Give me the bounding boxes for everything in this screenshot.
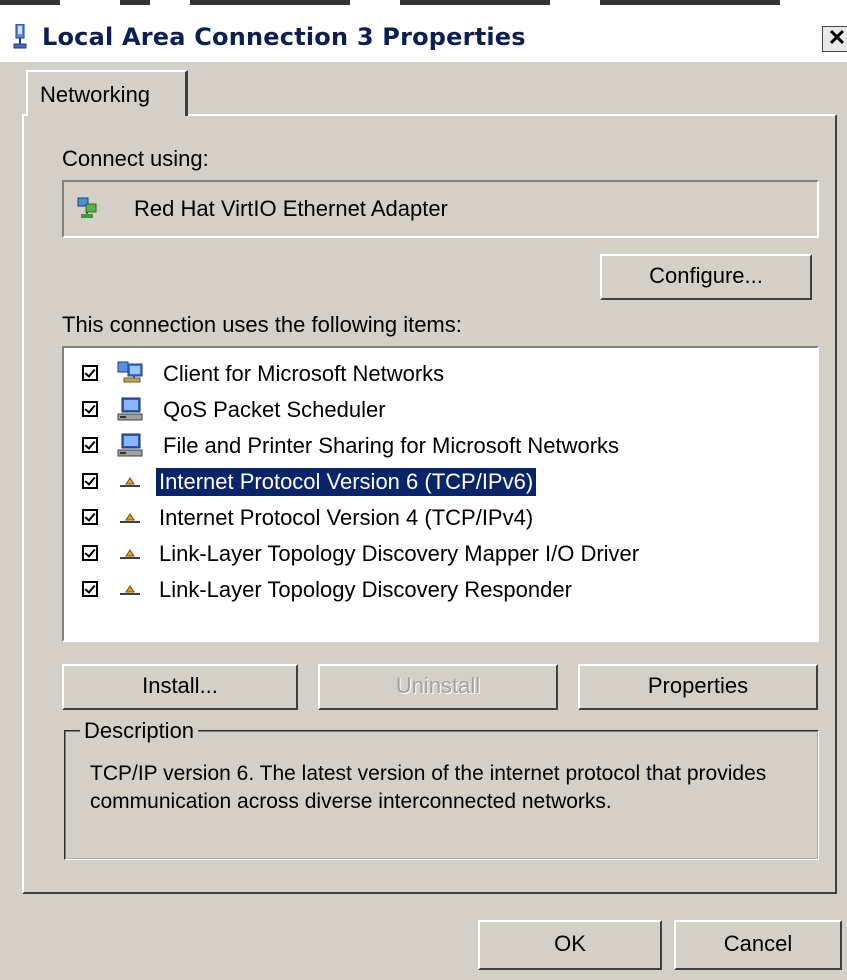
item-label: File and Printer Sharing for Microsoft N… [163,433,620,458]
checkbox-tcp-ipv6[interactable] [82,473,98,489]
network-connection-icon [13,24,27,49]
checkbox-tcp-ipv4[interactable] [82,509,98,525]
ok-button[interactable]: OK [478,920,662,970]
list-item-lltd-responder[interactable]: Link-Layer Topology Discovery Responder [64,572,804,608]
close-icon: ✕ [827,25,847,50]
list-item-client-for-microsoft-networks[interactable]: Client for Microsoft Networks [64,356,804,392]
uninstall-button[interactable]: Uninstall [318,664,558,710]
close-button[interactable]: ✕ [822,26,847,52]
item-label: QoS Packet Scheduler [163,397,386,422]
window-title: Local Area Connection 3 Properties [42,23,526,51]
item-label: Internet Protocol Version 6 (TCP/IPv6) [156,468,537,496]
list-item-file-and-printer-sharing[interactable]: File and Printer Sharing for Microsoft N… [64,428,804,464]
install-button[interactable]: Install... [62,664,298,710]
tab-networking-label: Networking [40,82,151,107]
checkbox-lltd-mapper[interactable] [82,545,98,561]
network-adapter-icon [77,197,97,218]
checkbox-qos-packet-scheduler[interactable] [82,401,98,417]
item-label: Link-Layer Topology Discovery Responder [159,577,572,602]
adapter-field: Red Hat VirtIO Ethernet Adapter [62,180,819,238]
computer-service-icon [117,397,143,421]
list-item-tcp-ipv4[interactable]: Internet Protocol Version 4 (TCP/IPv4) [64,500,804,536]
network-client-icon [117,361,143,383]
list-item-qos-packet-scheduler[interactable]: QoS Packet Scheduler [64,392,804,428]
cancel-button[interactable]: Cancel [674,920,842,970]
connect-using-label: Connect using: [62,146,209,171]
protocol-icon [120,513,140,523]
computer-service-icon [117,433,143,457]
background-window-strip [0,0,847,10]
list-item-lltd-mapper[interactable]: Link-Layer Topology Discovery Mapper I/O… [64,536,804,572]
adapter-name: Red Hat VirtIO Ethernet Adapter [134,196,448,221]
components-list[interactable]: Client for Microsoft Networks QoS Packet… [62,346,819,642]
properties-button[interactable]: Properties [578,664,818,710]
protocol-icon [120,477,140,487]
checkbox-client-for-microsoft-networks[interactable] [82,365,98,381]
checkbox-file-and-printer-sharing[interactable] [82,437,98,453]
checkbox-lltd-responder[interactable] [82,581,98,597]
list-item-tcp-ipv6[interactable]: Internet Protocol Version 6 (TCP/IPv6) [64,464,804,500]
title-bar: Local Area Connection 3 Properties ✕ [0,10,847,62]
configure-button[interactable]: Configure... [600,254,812,300]
properties-dialog: Local Area Connection 3 Properties ✕ Net… [0,0,847,980]
item-label: Internet Protocol Version 4 (TCP/IPv4) [159,505,534,530]
tab-networking[interactable]: Networking [26,70,188,116]
description-legend: Description [80,718,199,744]
protocol-icon [120,549,140,559]
items-label: This connection uses the following items… [62,312,462,337]
item-label: Link-Layer Topology Discovery Mapper I/O… [159,541,640,566]
item-label: Client for Microsoft Networks [163,361,445,386]
description-text: TCP/IP version 6. The latest version of … [90,762,767,813]
protocol-icon [120,585,140,595]
